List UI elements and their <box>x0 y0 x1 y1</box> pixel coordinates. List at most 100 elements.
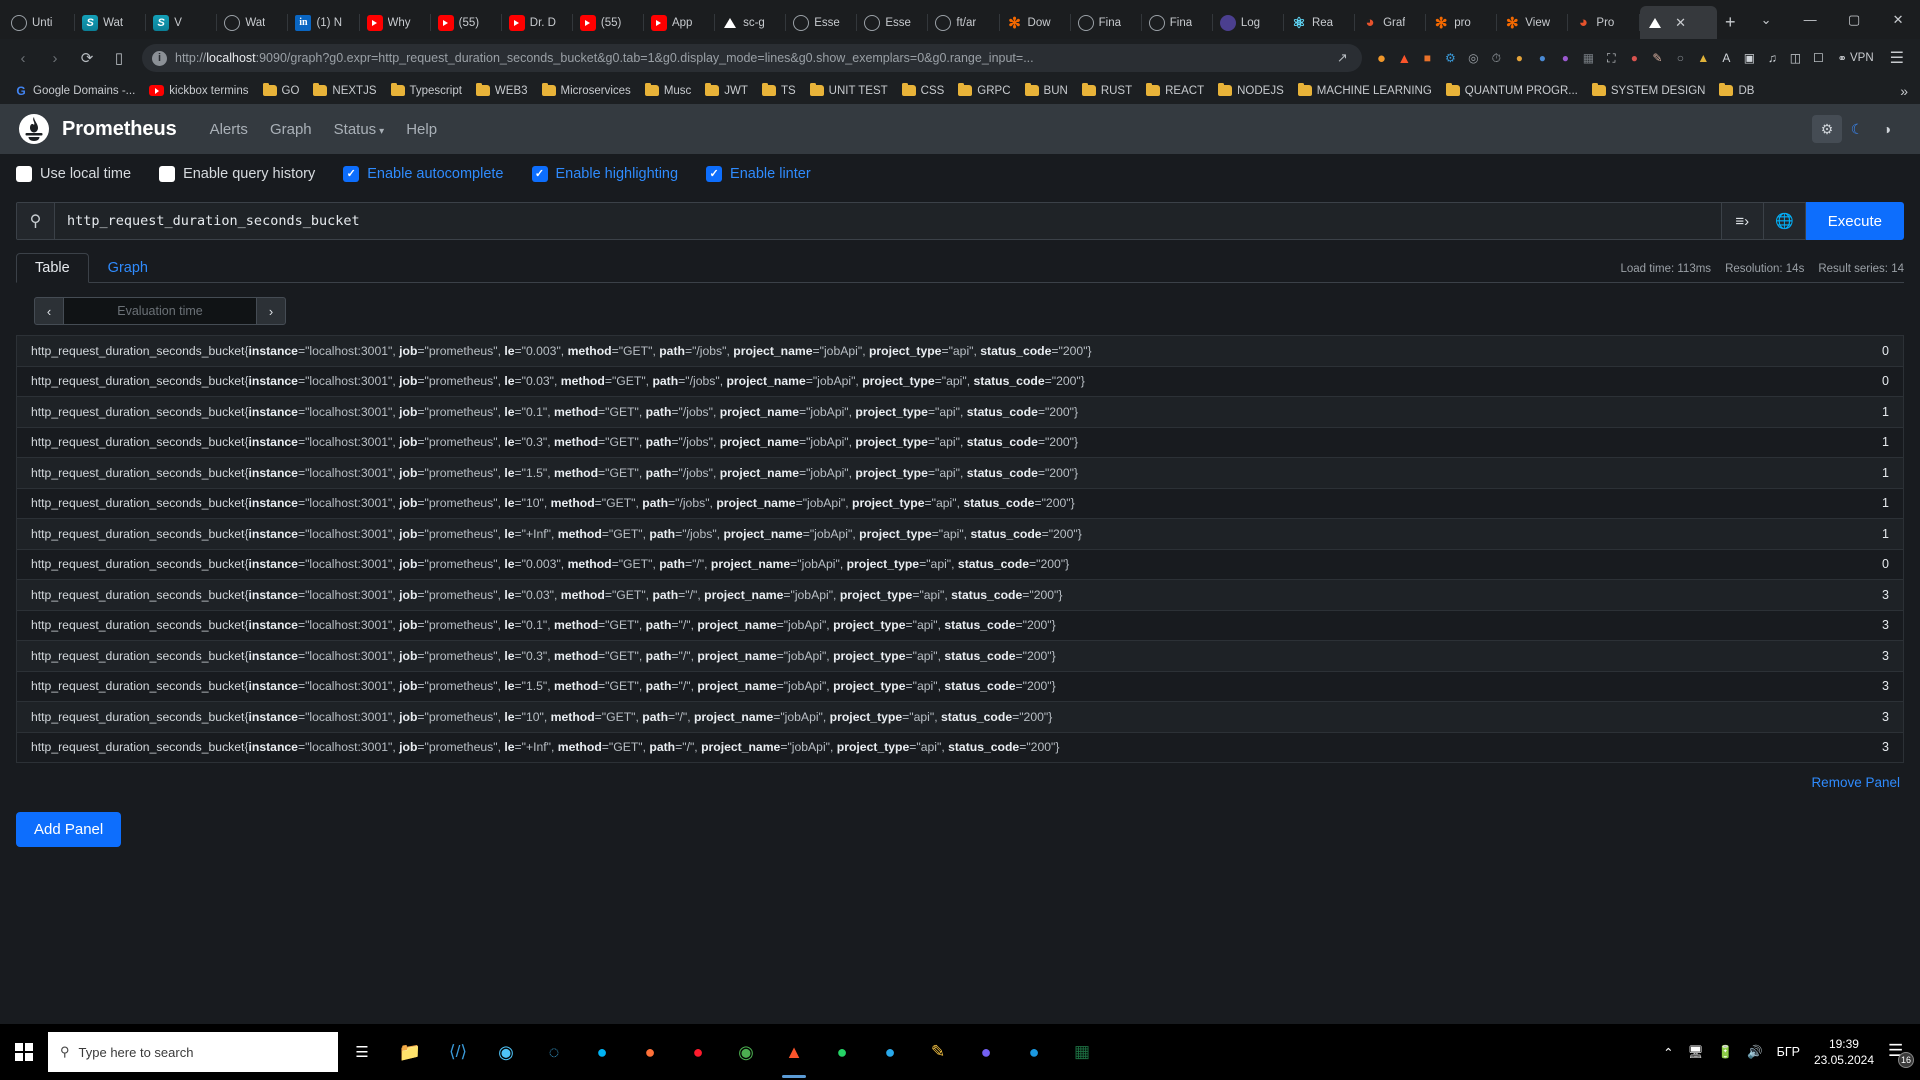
ext-blue-icon[interactable]: ● <box>1531 47 1553 69</box>
close-icon[interactable]: ✕ <box>1673 15 1689 31</box>
bookmark-item[interactable]: NODEJS <box>1212 82 1290 100</box>
back-button[interactable]: ‹ <box>8 44 38 72</box>
tray-expand-icon[interactable]: ⌃ <box>1663 1045 1673 1060</box>
bookmark-item[interactable]: DB <box>1713 82 1760 100</box>
brave-shields-icon[interactable]: ● <box>1370 47 1392 69</box>
browser-tab-19[interactable]: ◕ Graf <box>1355 6 1427 39</box>
task-view-icon[interactable]: ☰ <box>338 1024 386 1080</box>
ext-color-icon[interactable]: ● <box>1508 47 1530 69</box>
nav-link-status[interactable]: Status ▾ <box>323 121 396 138</box>
browser-tab-0[interactable]: Unti <box>4 6 76 39</box>
option-enable-highlighting[interactable]: Enable highlighting <box>531 166 678 182</box>
viber-icon[interactable]: ● <box>962 1024 1010 1080</box>
browser-tab-6[interactable]: (55) <box>431 6 502 39</box>
bookmarks-overflow-button[interactable]: » <box>1900 83 1912 99</box>
prometheus-brand[interactable]: Prometheus <box>62 118 177 141</box>
vscode-icon[interactable]: ⟨/⟩ <box>434 1024 482 1080</box>
excel-icon[interactable]: ▦ <box>1058 1024 1106 1080</box>
notifications-button[interactable]: ☰ 16 <box>1888 1041 1914 1068</box>
browser-tab-active[interactable]: ✕ <box>1639 6 1717 39</box>
browser-tab-13[interactable]: ft/ar <box>928 6 1000 39</box>
bookmark-item[interactable]: GO <box>257 82 306 100</box>
browser-tab-12[interactable]: Esse <box>857 6 929 39</box>
volume-icon[interactable]: 🔊 <box>1747 1045 1763 1060</box>
start-button[interactable] <box>0 1024 48 1080</box>
nav-link-graph[interactable]: Graph <box>259 121 323 138</box>
browser-tab-22[interactable]: ◕ Pro <box>1568 6 1640 39</box>
checkbox[interactable] <box>159 166 176 182</box>
nav-link-alerts[interactable]: Alerts <box>199 121 259 138</box>
browser-tab-21[interactable]: ✻ View <box>1497 6 1569 39</box>
bookmark-item[interactable]: BUN <box>1019 82 1074 100</box>
bookmark-item[interactable]: REACT <box>1140 82 1210 100</box>
tab-graph[interactable]: Graph <box>89 253 167 283</box>
browser-tab-10[interactable]: sc-g <box>715 6 787 39</box>
telegram-icon[interactable]: ● <box>866 1024 914 1080</box>
minimize-button[interactable]: — <box>1788 4 1832 36</box>
option-enable-linter[interactable]: Enable linter <box>706 166 811 182</box>
checkbox[interactable] <box>343 166 360 182</box>
bookmark-item[interactable]: G Google Domains -... <box>8 81 141 101</box>
moon-icon[interactable]: ☾ <box>1842 115 1872 143</box>
tab-table[interactable]: Table <box>16 253 89 283</box>
reload-button[interactable]: ⟳ <box>72 44 102 72</box>
ext-pen-icon[interactable]: ✎ <box>1646 47 1668 69</box>
contrast-icon[interactable]: ◑ <box>1872 115 1902 143</box>
evaluation-time-input[interactable]: Evaluation time <box>64 297 256 325</box>
browser-tab-5[interactable]: Why <box>360 6 431 39</box>
new-tab-button[interactable]: + <box>1717 8 1745 36</box>
ext-translate-icon[interactable]: A <box>1715 47 1737 69</box>
whatsapp-icon[interactable]: ● <box>818 1024 866 1080</box>
brave-icon[interactable]: ▲ <box>770 1024 818 1080</box>
query-input[interactable] <box>55 203 1721 239</box>
chrome-canary-icon[interactable]: ◉ <box>722 1024 770 1080</box>
browser-tab-16[interactable]: Fina <box>1142 6 1213 39</box>
browser-tab-7[interactable]: Dr. D <box>502 6 573 39</box>
firefox-dev-icon[interactable]: ● <box>578 1024 626 1080</box>
language-indicator[interactable]: БГР <box>1777 1045 1800 1059</box>
option-use-local-time[interactable]: Use local time <box>16 166 131 182</box>
maximize-button[interactable]: ▢ <box>1832 4 1876 36</box>
browser-tab-3[interactable]: Wat <box>217 6 289 39</box>
browser-tab-20[interactable]: ✻ pro <box>1426 6 1498 39</box>
ext-orange-icon[interactable]: ■ <box>1416 47 1438 69</box>
ext-sidebar-icon[interactable]: ◫ <box>1784 47 1806 69</box>
option-enable-autocomplete[interactable]: Enable autocomplete <box>343 166 504 182</box>
tab-list-button[interactable]: ⌄ <box>1744 4 1788 36</box>
forward-button[interactable]: › <box>40 44 70 72</box>
clock[interactable]: 19:39 23.05.2024 <box>1814 1036 1874 1068</box>
notes-icon[interactable]: ✎ <box>914 1024 962 1080</box>
browser-tab-9[interactable]: App <box>644 6 716 39</box>
bookmark-item[interactable]: Typescript <box>385 82 468 100</box>
browser-tab-17[interactable]: Log <box>1213 6 1284 39</box>
nav-link-help[interactable]: Help <box>395 121 448 138</box>
bookmark-item[interactable]: WEB3 <box>470 82 534 100</box>
opera-icon[interactable]: ● <box>674 1024 722 1080</box>
browser-tab-2[interactable]: SV <box>146 6 218 39</box>
ext-clock-icon[interactable]: ⏱ <box>1485 47 1507 69</box>
bookmark-item[interactable]: JWT <box>699 82 754 100</box>
thunderbird-icon[interactable]: ● <box>1010 1024 1058 1080</box>
checkbox[interactable] <box>531 166 548 182</box>
bookmark-item[interactable]: GRPC <box>952 82 1016 100</box>
bookmark-item[interactable]: SYSTEM DESIGN <box>1586 82 1712 100</box>
ext-circle-icon[interactable]: ○ <box>1669 47 1691 69</box>
address-bar[interactable]: i http://localhost:9090/graph?g0.expr=ht… <box>142 44 1363 72</box>
eval-prev-button[interactable]: ‹ <box>34 297 64 325</box>
bookmark-item[interactable]: UNIT TEST <box>804 82 894 100</box>
browser-tab-8[interactable]: (55) <box>573 6 644 39</box>
taskbar-search[interactable]: ⚲ Type here to search <box>48 1032 338 1072</box>
gear-icon[interactable]: ⚙ <box>1812 115 1842 143</box>
ext-warning-icon[interactable]: ▲ <box>1692 47 1714 69</box>
bookmark-item[interactable]: Musc <box>639 82 697 100</box>
ext-gear-icon[interactable]: ⚙ <box>1439 47 1461 69</box>
bookmark-item[interactable]: TS <box>756 82 802 100</box>
ext-red-icon[interactable]: ● <box>1623 47 1645 69</box>
brave-lion-icon[interactable]: ▲ <box>1393 47 1415 69</box>
metrics-explorer-button[interactable]: 🌐 <box>1763 202 1806 240</box>
browser-tab-15[interactable]: Fina <box>1071 6 1142 39</box>
browser-tab-14[interactable]: ✻ Dow <box>1000 6 1071 39</box>
bookmark-this-page-icon[interactable]: ▯ <box>104 44 134 72</box>
option-enable-query-history[interactable]: Enable query history <box>159 166 315 182</box>
share-icon[interactable]: ↗ <box>1332 50 1352 66</box>
